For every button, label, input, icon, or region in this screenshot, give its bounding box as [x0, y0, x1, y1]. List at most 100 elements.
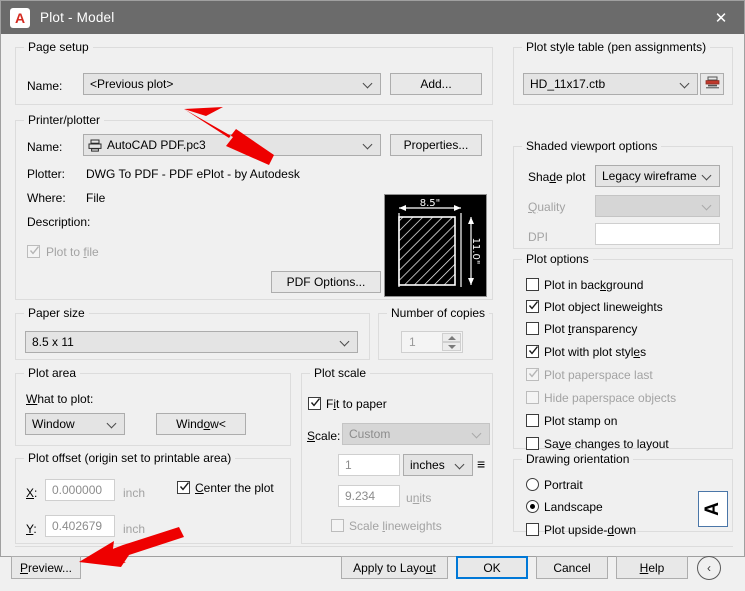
scale-denominator-value: 9.234: [345, 489, 376, 503]
scale-value: Custom: [349, 427, 391, 441]
plot-in-background-label: Plot in background: [544, 278, 644, 292]
plot-to-file-checkbox: [27, 245, 40, 258]
printer-name-combo[interactable]: AutoCAD PDF.pc3: [83, 134, 381, 156]
offset-y-input[interactable]: 0.402679: [45, 515, 115, 537]
offset-x-label: X:: [26, 486, 38, 500]
plot-style-value: HD_11x17.ctb: [530, 77, 606, 91]
quality-label: Quality: [528, 200, 566, 214]
paper-preview-thumbnail: 8.5" 11.0": [384, 194, 487, 297]
description-label: Description:: [27, 215, 91, 229]
chevron-down-icon: [108, 417, 117, 431]
page-setup-legend: Page setup: [24, 40, 93, 54]
scale-units-combo[interactable]: inches: [403, 454, 473, 476]
chevron-down-icon: [681, 77, 690, 91]
chevron-down-icon: [456, 458, 465, 472]
pdf-options-button[interactable]: PDF Options...: [271, 271, 381, 293]
paper-size-combo[interactable]: 8.5 x 11: [25, 331, 358, 353]
quality-combo: [595, 195, 720, 217]
portrait-label: Portrait: [544, 478, 583, 492]
scale-denominator-input[interactable]: 9.234: [338, 485, 400, 507]
help-button[interactable]: Help: [616, 556, 688, 579]
chevron-down-icon: [341, 335, 350, 349]
printer-name-label: Name:: [27, 140, 63, 154]
window-select-button[interactable]: Window<: [156, 413, 246, 435]
drawing-orientation-legend: Drawing orientation: [522, 452, 634, 466]
scale-combo[interactable]: Custom: [342, 423, 490, 445]
scale-menu-icon[interactable]: ≡: [477, 456, 485, 472]
chevron-down-icon: [703, 199, 712, 213]
autocad-logo-icon: A: [10, 7, 30, 28]
printer-name-value: AutoCAD PDF.pc3: [107, 138, 206, 152]
ok-button[interactable]: OK: [456, 556, 528, 579]
where-value: File: [86, 191, 106, 205]
shade-plot-combo[interactable]: Legacy wireframe: [595, 165, 720, 187]
offset-x-input[interactable]: 0.000000: [45, 479, 115, 501]
title-bar: A Plot - Model ✕: [1, 1, 744, 34]
where-label: Where:: [27, 191, 66, 205]
copies-increment-button[interactable]: [442, 333, 461, 342]
add-page-setup-button[interactable]: Add...: [390, 73, 482, 95]
chevron-down-icon: [703, 169, 712, 183]
copies-decrement-button[interactable]: [442, 342, 461, 351]
printer-plotter-legend: Printer/plotter: [24, 113, 105, 127]
plot-style-edit-icon: [705, 76, 720, 93]
plot-transparency-label: Plot transparency: [544, 322, 638, 336]
logo-letter: A: [14, 9, 26, 26]
plot-in-background-checkbox[interactable]: [526, 278, 539, 291]
scale-units-label: units: [406, 491, 432, 505]
dialog-body: Page setup Name: <Previous plot> Add... …: [1, 34, 744, 580]
triangle-up-icon: [447, 335, 456, 340]
window-title: Plot - Model: [40, 10, 115, 25]
apply-to-layout-button[interactable]: Apply to Layout: [341, 556, 448, 579]
apply-to-layout-label: Apply to Layout: [353, 560, 436, 575]
footer-separator: [15, 546, 733, 547]
paper-size-value: 8.5 x 11: [32, 335, 74, 349]
check-icon: [310, 398, 321, 407]
scale-numerator-input[interactable]: 1: [338, 454, 400, 476]
paper-size-legend: Paper size: [24, 306, 89, 320]
check-icon: [528, 301, 539, 310]
chevron-down-icon: [473, 427, 482, 441]
landscape-label: Landscape: [544, 500, 603, 514]
cancel-button[interactable]: Cancel: [536, 556, 608, 579]
plot-with-plot-styles-checkbox[interactable]: [526, 345, 539, 358]
page-setup-name-combo[interactable]: <Previous plot>: [83, 73, 381, 95]
plot-options-legend: Plot options: [522, 252, 593, 266]
printer-properties-button[interactable]: Properties...: [390, 134, 482, 156]
fit-to-paper-checkbox[interactable]: [308, 397, 321, 410]
scale-units-value: inches: [410, 458, 445, 472]
collapse-panel-button[interactable]: ‹: [697, 556, 721, 580]
save-changes-to-layout-checkbox[interactable]: [526, 437, 539, 450]
preview-button[interactable]: Preview...: [11, 556, 81, 579]
center-the-plot-checkbox[interactable]: [177, 481, 190, 494]
fit-to-paper-label: Fit to paper: [326, 397, 387, 411]
plot-stamp-on-checkbox[interactable]: [526, 414, 539, 427]
radio-selected-dot: [530, 504, 535, 509]
copies-spinner[interactable]: 1: [401, 331, 463, 353]
plot-style-edit-button[interactable]: [700, 73, 724, 95]
what-to-plot-combo[interactable]: Window: [25, 413, 125, 435]
plotter-label: Plotter:: [27, 167, 66, 181]
plot-style-combo[interactable]: HD_11x17.ctb: [523, 73, 698, 95]
plot-area-group: Plot area: [15, 366, 291, 446]
check-icon: [528, 346, 539, 355]
scale-numerator-value: 1: [345, 458, 352, 472]
offset-x-unit: inch: [123, 486, 146, 500]
window-select-label: Window<: [176, 417, 226, 431]
plot-transparency-checkbox[interactable]: [526, 322, 539, 335]
dpi-label: DPI: [528, 230, 549, 244]
portrait-radio[interactable]: [526, 478, 539, 491]
plot-upside-down-checkbox[interactable]: [526, 523, 539, 536]
preview-button-label: Preview...: [19, 560, 73, 575]
close-icon[interactable]: ✕: [698, 1, 744, 34]
check-icon: [179, 482, 190, 491]
plot-to-file-label: Plot to file: [46, 245, 99, 259]
plot-object-lineweights-checkbox[interactable]: [526, 300, 539, 313]
plot-stamp-on-label: Plot stamp on: [544, 414, 618, 428]
check-icon: [29, 246, 40, 255]
dpi-input: [595, 223, 720, 245]
scale-lineweights-label: Scale lineweights: [349, 519, 442, 533]
triangle-down-icon: [447, 344, 456, 349]
landscape-radio[interactable]: [526, 500, 539, 513]
chevron-down-icon: [364, 138, 373, 152]
